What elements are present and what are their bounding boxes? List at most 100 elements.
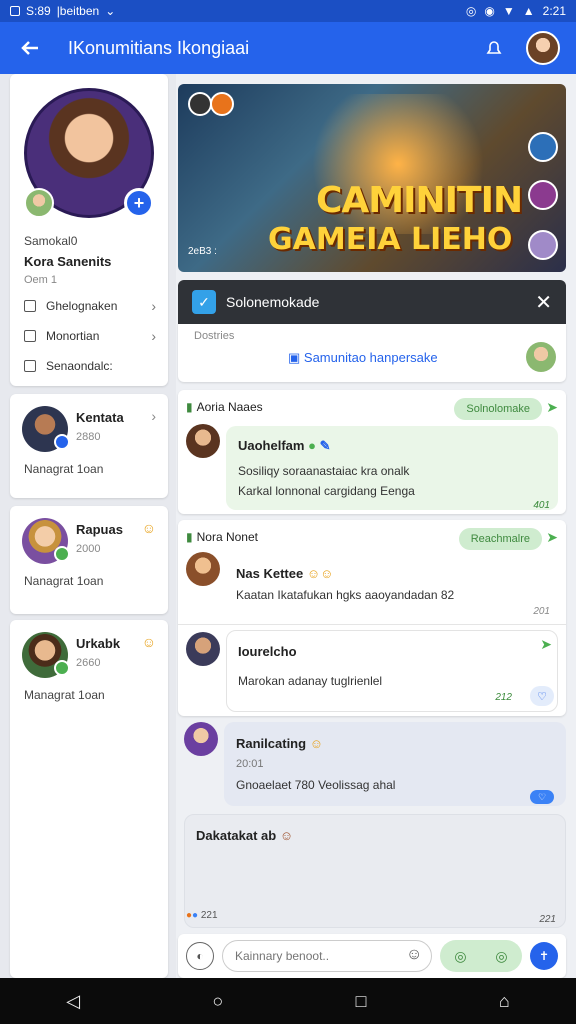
online-badge-icon [54,546,70,562]
post-card: ▮ Aoria Naaes Solnolomake ➤ Uaohelfam ● … [178,390,566,514]
camera-icon[interactable]: ◎ [454,948,466,965]
signal-icon: ▲ [522,4,535,18]
bell-icon [486,41,502,54]
message-stamp: 201 [533,606,550,617]
status-avatar [24,188,54,218]
message-stamp: 401 [533,500,550,511]
message-line: Sosiliqy soraanastaiac kra onalk [238,464,410,478]
online-dot-icon: ● [308,438,316,453]
message-avatar [186,552,220,586]
heart-icon: ● [192,910,199,921]
thread-avatar [184,722,218,756]
contact-sub: Managrat 1oan [24,688,105,702]
thread-title: Ranilcating ☺ [236,736,323,751]
status-bar: S:89 |beitben ⌄ ◎ ◉ ▼ ▲ 2:21 [0,0,576,22]
status-right-time: 2:21 [542,4,566,18]
emoji-icon: ☺☺ [306,566,334,581]
alarm-icon: ◎ [465,4,477,18]
status-carrier: |beitben [56,4,100,18]
send-icon[interactable]: ➤ [546,529,558,546]
emoji-button[interactable]: ☺ [406,946,422,964]
back-nav-icon[interactable]: ◁ [66,991,80,1012]
details-label: Dostries [194,330,235,342]
status-time: S:89 [26,4,51,18]
contact-card[interactable]: Rapuas 2000 ☺ Nanagrat 1oan [10,506,168,614]
post-header: ▮ Aoria Naaes [186,400,263,414]
download-icon: ⌄ [105,4,116,18]
send-icon[interactable]: ➤ [546,399,558,416]
contact-count: 2660 [76,657,101,669]
app-bar: IKonumitians Ikongiaai [0,22,576,74]
player-avatar[interactable] [528,132,558,162]
thread-line: Gnoaelaet 780 Veolissag ahal [236,778,396,792]
arrow-left-icon [21,41,38,55]
contact-count: 2880 [76,431,101,443]
profile-card: + Samokal0 Kora Sanenits Oem 1 Ghelognak… [10,74,168,386]
message-input[interactable] [222,940,432,972]
menu-item-3[interactable]: Senaondalc: [24,354,156,378]
post-header: ▮ Nora Nonet [186,530,258,544]
message-line: Kaatan Ikatafukan hgks aaoyandadan 82 [236,588,455,602]
tag-icon: ▮ [186,530,193,544]
add-friend-button[interactable]: + [124,188,154,218]
forward-icon[interactable]: ➤ [540,636,552,653]
chat-icon: ▣ [288,350,304,365]
accessibility-nav-icon[interactable]: ⌂ [499,991,510,1012]
online-badge-icon [54,660,70,676]
send-button[interactable]: ✝ [530,942,558,970]
reply-title: Iourelcho [238,644,297,659]
home-nav-icon[interactable]: ○ [212,991,223,1012]
draft-stamp: 221 [539,914,556,925]
verified-badge-icon [54,434,70,450]
message-title: Uaohelfam ● ✎ [238,438,331,453]
checkbox-icon [24,300,36,312]
media-buttons: ◎ ◎ [440,940,522,972]
location-icon: ◉ [484,4,495,18]
camera-button[interactable]: ◐ [186,942,214,970]
pencil-icon: ✎ [319,438,331,453]
reaction-badge-icon[interactable]: ♡ [530,686,554,706]
profile-name: Kora Sanenits [24,254,112,269]
notification-link[interactable]: ▣ Samunitao hanpersake [288,350,438,366]
emoji-icon: ☺ [279,828,294,843]
menu-item-2[interactable]: Monortian › [24,324,156,348]
recents-nav-icon[interactable]: □ [356,991,367,1012]
draft-title: Dakatakat ab ☺ [196,828,294,843]
reaction-count-icon[interactable]: ♡ [530,790,554,804]
game-banner[interactable]: CAMINITIN GAMEIA LIEHO 2eB3 : [178,84,566,272]
fire-icon [210,92,234,116]
user-avatar[interactable] [526,31,560,65]
post-card: ▮ Nora Nonet Reachmalre ➤ Nas Kettee ☺☺ … [178,520,566,716]
contact-card[interactable]: Kentata 2880 › Nanagrat 1oan [10,394,168,498]
page-title: IKonumitians Ikongiaai [68,37,250,58]
notifications-button[interactable] [480,34,508,62]
checkbox-icon [24,360,36,372]
profile-label: Samokal0 [24,234,78,248]
banner-subtitle: GAMEIA LIEHO [268,222,513,257]
notification-body: Dostries ▣ Samunitao hanpersake [178,324,566,382]
action-pill[interactable]: Reachmalre [458,528,542,550]
banner-caption: 2eB3 : [188,246,217,257]
player-avatar[interactable] [528,230,558,260]
message-title: Nas Kettee ☺☺ [236,566,334,581]
action-pill[interactable]: Solnolomake [454,398,542,420]
menu-item-1[interactable]: Ghelognaken › [24,294,156,318]
notification-header: ✓ Solonemokade ✕ [178,280,566,324]
checkbox-icon [24,330,36,342]
wifi-icon: ▼ [502,4,515,18]
game-icon [188,92,212,116]
contact-name: Rapuas [76,522,123,537]
emoji-icon: ☺ [309,736,323,751]
chevron-right-icon: › [151,298,156,314]
contact-sub: Nanagrat 1oan [24,462,104,476]
notification-avatar [526,342,556,372]
emoji-icon: ☺ [141,520,156,536]
sticker-icon[interactable]: ◎ [495,948,507,965]
contact-card[interactable]: Urkabk 2660 ☺ Managrat 1oan [10,620,168,978]
back-button[interactable] [8,26,52,70]
close-button[interactable]: ✕ [535,290,552,315]
player-avatar[interactable] [528,180,558,210]
thread-count: 20:01 [236,758,264,770]
message-line: Karkal lonnonal cargidang Eenga [238,484,415,498]
contact-sub: Nanagrat 1oan [24,574,104,588]
